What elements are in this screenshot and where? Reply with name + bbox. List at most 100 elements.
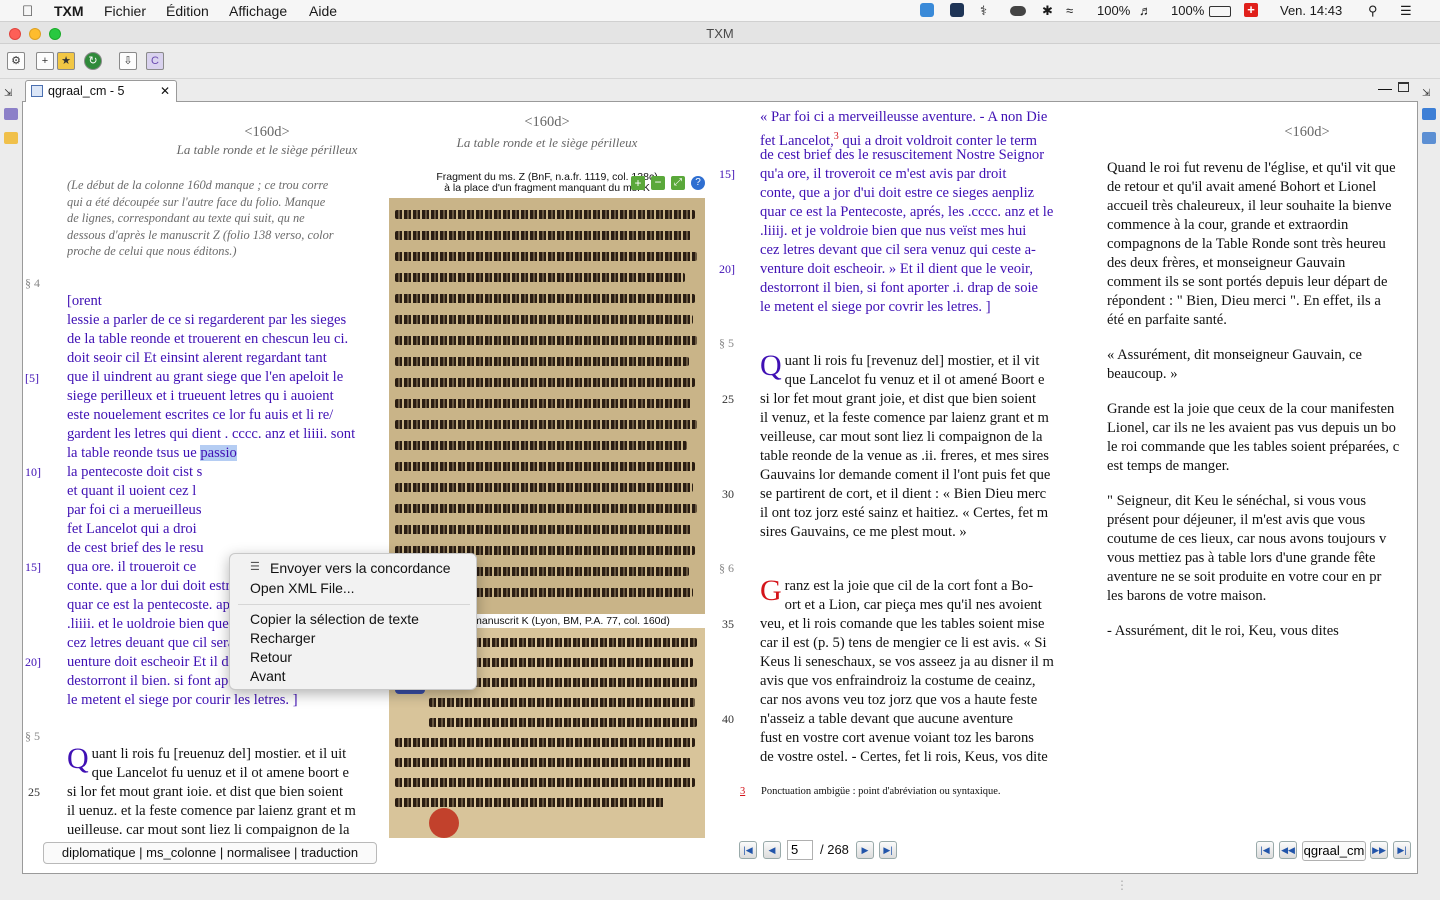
menu-affichage[interactable]: Affichage xyxy=(229,3,287,19)
restore-right-icon[interactable]: ⇲ xyxy=(1422,88,1436,100)
close-tab-icon[interactable]: ✕ xyxy=(160,81,170,101)
cloud-icon[interactable] xyxy=(1010,6,1026,16)
text-line[interactable]: vous mettiez pas à table lors d'une gran… xyxy=(1107,549,1417,568)
text-line[interactable]: que Lancelot fu venuz et il ot amené Boo… xyxy=(760,371,1066,390)
first-page-button[interactable]: |◀ xyxy=(739,841,757,859)
menu-reload[interactable]: Recharger xyxy=(250,630,315,646)
text-line[interactable]: « Par foi ci a merveilleusse aventure. -… xyxy=(760,108,1066,127)
col3-paragraph-5[interactable]: Q uant li rois fu [revenuz del] mostier,… xyxy=(760,352,1066,542)
app-menu[interactable]: TXM xyxy=(54,3,84,19)
text-line[interactable]: Gauvains lor demande coment il l'ont pui… xyxy=(760,466,1066,485)
menu-forward[interactable]: Avant xyxy=(250,668,286,684)
text-line[interactable]: cez letres devant que cil sera venuz qui… xyxy=(760,241,1066,260)
col4-text[interactable]: Quand le roi fut revenu de l'église, et … xyxy=(1107,159,1417,641)
menu-back[interactable]: Retour xyxy=(250,649,292,665)
text-line[interactable]: veu, et li rois comande que les tables s… xyxy=(760,615,1066,634)
text-line[interactable]: veilleuse, car mout sont liez li compaig… xyxy=(760,428,1066,447)
import-icon[interactable]: ⇩ xyxy=(119,52,137,70)
footnote-ref[interactable]: 3 xyxy=(834,131,839,142)
menu-copy-selection[interactable]: Copier la sélection de texte xyxy=(250,611,419,627)
text-line[interactable]: accueil très chaleureux, il leur souhait… xyxy=(1107,197,1417,216)
text-line[interactable]: se partirent de cort, et il dient : « Bi… xyxy=(760,485,1066,504)
text-line[interactable]: uant li rois fu [reuenuz del] mostier. e… xyxy=(67,745,373,764)
text-line[interactable]: fust en vostre cort avenue voiant toz le… xyxy=(760,729,1066,748)
text-line[interactable]: la table reonde tsus ue passio xyxy=(67,444,373,463)
text-line[interactable]: car nos avons veu toz jorz que vos a hau… xyxy=(760,691,1066,710)
text-line[interactable]: la pentecoste doit cist s xyxy=(67,463,373,482)
text-line[interactable]: quar ce est la Pentecoste, aprés, les .c… xyxy=(760,203,1066,222)
maximize-view-icon[interactable] xyxy=(1398,82,1409,92)
col3-text-top[interactable]: « Par foi ci a merveilleusse aventure. -… xyxy=(760,108,1066,317)
resize-handle-icon[interactable]: ⋮ xyxy=(1116,878,1128,892)
text-line[interactable]: Quand le roi fut revenu de l'église, et … xyxy=(1107,159,1417,178)
text-line[interactable]: aventure ne se soit produite en votre co… xyxy=(1107,568,1417,587)
text-line[interactable]: répondent : " Bien, Dieu merci ". En eff… xyxy=(1107,292,1417,311)
text-line[interactable]: il uenuz. et la feste comence par laienz… xyxy=(67,802,373,821)
selected-text[interactable]: passio xyxy=(200,445,237,461)
text-line[interactable]: le metent el siege por covrir les letres… xyxy=(760,298,1066,317)
col3-paragraph-6[interactable]: G ranz est la joie que cil de la cort fo… xyxy=(760,577,1066,767)
next-page-button[interactable]: ▶ xyxy=(856,841,874,859)
text-line[interactable]: compagnons de la Table Ronde sont très h… xyxy=(1107,235,1417,254)
first-edition-button[interactable]: |◀ xyxy=(1256,841,1274,859)
properties-view-icon[interactable] xyxy=(1422,108,1436,120)
text-line[interactable]: que Lancelot fu uenuz et il ot amene boo… xyxy=(67,764,373,783)
refresh-icon[interactable]: ↻ xyxy=(84,52,102,70)
page-number-input[interactable]: 5 xyxy=(787,840,813,860)
minimize-view-icon[interactable]: — xyxy=(1378,80,1392,96)
files-view-icon[interactable] xyxy=(4,132,18,144)
next-edition-button[interactable]: ▶▶ xyxy=(1370,841,1388,859)
corpus-icon[interactable]: C xyxy=(146,52,164,70)
new-file-icon[interactable]: + xyxy=(36,52,54,70)
text-line[interactable]: [orent xyxy=(67,292,373,311)
text-line[interactable]: de cest brief des le resuscitement Nostr… xyxy=(760,146,1066,165)
last-page-button[interactable]: ▶| xyxy=(879,841,897,859)
text-line[interactable]: Lionel, car ils ne les avaient pas vus d… xyxy=(1107,419,1417,438)
menu-edition[interactable]: Édition xyxy=(166,3,209,19)
battery-icon[interactable] xyxy=(1209,6,1231,17)
previous-edition-button[interactable]: ◀◀ xyxy=(1279,841,1297,859)
text-line[interactable]: n'asseiz a table devant que aucune avent… xyxy=(760,710,1066,729)
text-line[interactable]: .liiij. et je voldroie bien que nus veïs… xyxy=(760,222,1066,241)
text-line[interactable]: de la table reonde et trouerent en chesc… xyxy=(67,330,373,349)
help-icon[interactable]: ? xyxy=(691,176,705,190)
console-view-icon[interactable] xyxy=(1422,132,1436,144)
manuscript-image-z[interactable] xyxy=(389,198,705,614)
clock[interactable]: Ven. 14:43 xyxy=(1280,3,1342,18)
text-line[interactable]: que il uindrent au grant siege que l'en … xyxy=(67,368,373,387)
text-line[interactable]: les barons de votre maison. xyxy=(1107,587,1417,606)
text-line[interactable]: coutume de ces lieux, car nous avons tou… xyxy=(1107,530,1417,549)
text-line[interactable]: Keus li seneschaux, se vos asseez ja au … xyxy=(760,653,1066,672)
text-line[interactable]: conte, que a jor d'ui doit estre ce sieg… xyxy=(760,184,1066,203)
text-line[interactable]: le roi commande que les tables soient pr… xyxy=(1107,438,1417,457)
text-line[interactable]: avis que vos enfraindroiz la costume de … xyxy=(760,672,1066,691)
editor-tab[interactable]: qgraal_cm - 5 ✕ xyxy=(25,80,177,102)
text-line[interactable]: " Seigneur, dit Keu le sénéchal, si vous… xyxy=(1107,492,1417,511)
last-edition-button[interactable]: ▶| xyxy=(1393,841,1411,859)
text-line[interactable]: fet Lancelot,3 qui a droit voldroit cont… xyxy=(760,127,1066,149)
preferences-icon[interactable]: ⚙ xyxy=(7,52,25,70)
col1-paragraph-5[interactable]: Q uant li rois fu [reuenuz del] mostier.… xyxy=(67,745,373,840)
text-line[interactable]: gardent les letres qui dient . cccc. anz… xyxy=(67,425,373,444)
menu-send-to-concordance[interactable]: Envoyer vers la concordance xyxy=(270,560,451,576)
text-line[interactable]: présent pour déjeuner, il m'est avis que… xyxy=(1107,511,1417,530)
text-line[interactable]: venture doit escheoir. » Et il dient que… xyxy=(760,260,1066,279)
flask-icon[interactable]: ⚕ xyxy=(980,3,987,19)
text-line[interactable]: si lor fet mout grant ioie. et dist que … xyxy=(67,783,373,802)
text-line[interactable]: comment ils se sont portés depuis leur d… xyxy=(1107,273,1417,292)
open-folder-icon[interactable]: ★ xyxy=(57,52,75,70)
text-line[interactable]: uant li rois fu [revenuz del] mostier, e… xyxy=(760,352,1066,371)
text-line[interactable]: table reonde de la venue as .ii. freres,… xyxy=(760,447,1066,466)
text-line[interactable]: commence à la cour, grande et extraordin xyxy=(1107,216,1417,235)
text-line[interactable]: des deux frères, et monseigneur Gauvain xyxy=(1107,254,1417,273)
search-icon[interactable]: ⚲ xyxy=(1368,3,1378,19)
zoom-out-icon[interactable]: − xyxy=(651,176,665,190)
menu-aide[interactable]: Aide xyxy=(309,3,337,19)
corpus-view-icon[interactable] xyxy=(4,108,18,120)
text-line[interactable]: ranz est la joie que cil de la cort font… xyxy=(760,577,1066,596)
apple-icon[interactable]:  xyxy=(22,3,33,20)
text-line[interactable]: ort et a Lion, car pieça mes qu'il nes a… xyxy=(760,596,1066,615)
text-line[interactable]: il ont toz jorz esté sainz et haitiez. «… xyxy=(760,504,1066,523)
bluetooth-icon[interactable]: ✱ xyxy=(1042,3,1053,19)
menu-fichier[interactable]: Fichier xyxy=(104,3,146,19)
